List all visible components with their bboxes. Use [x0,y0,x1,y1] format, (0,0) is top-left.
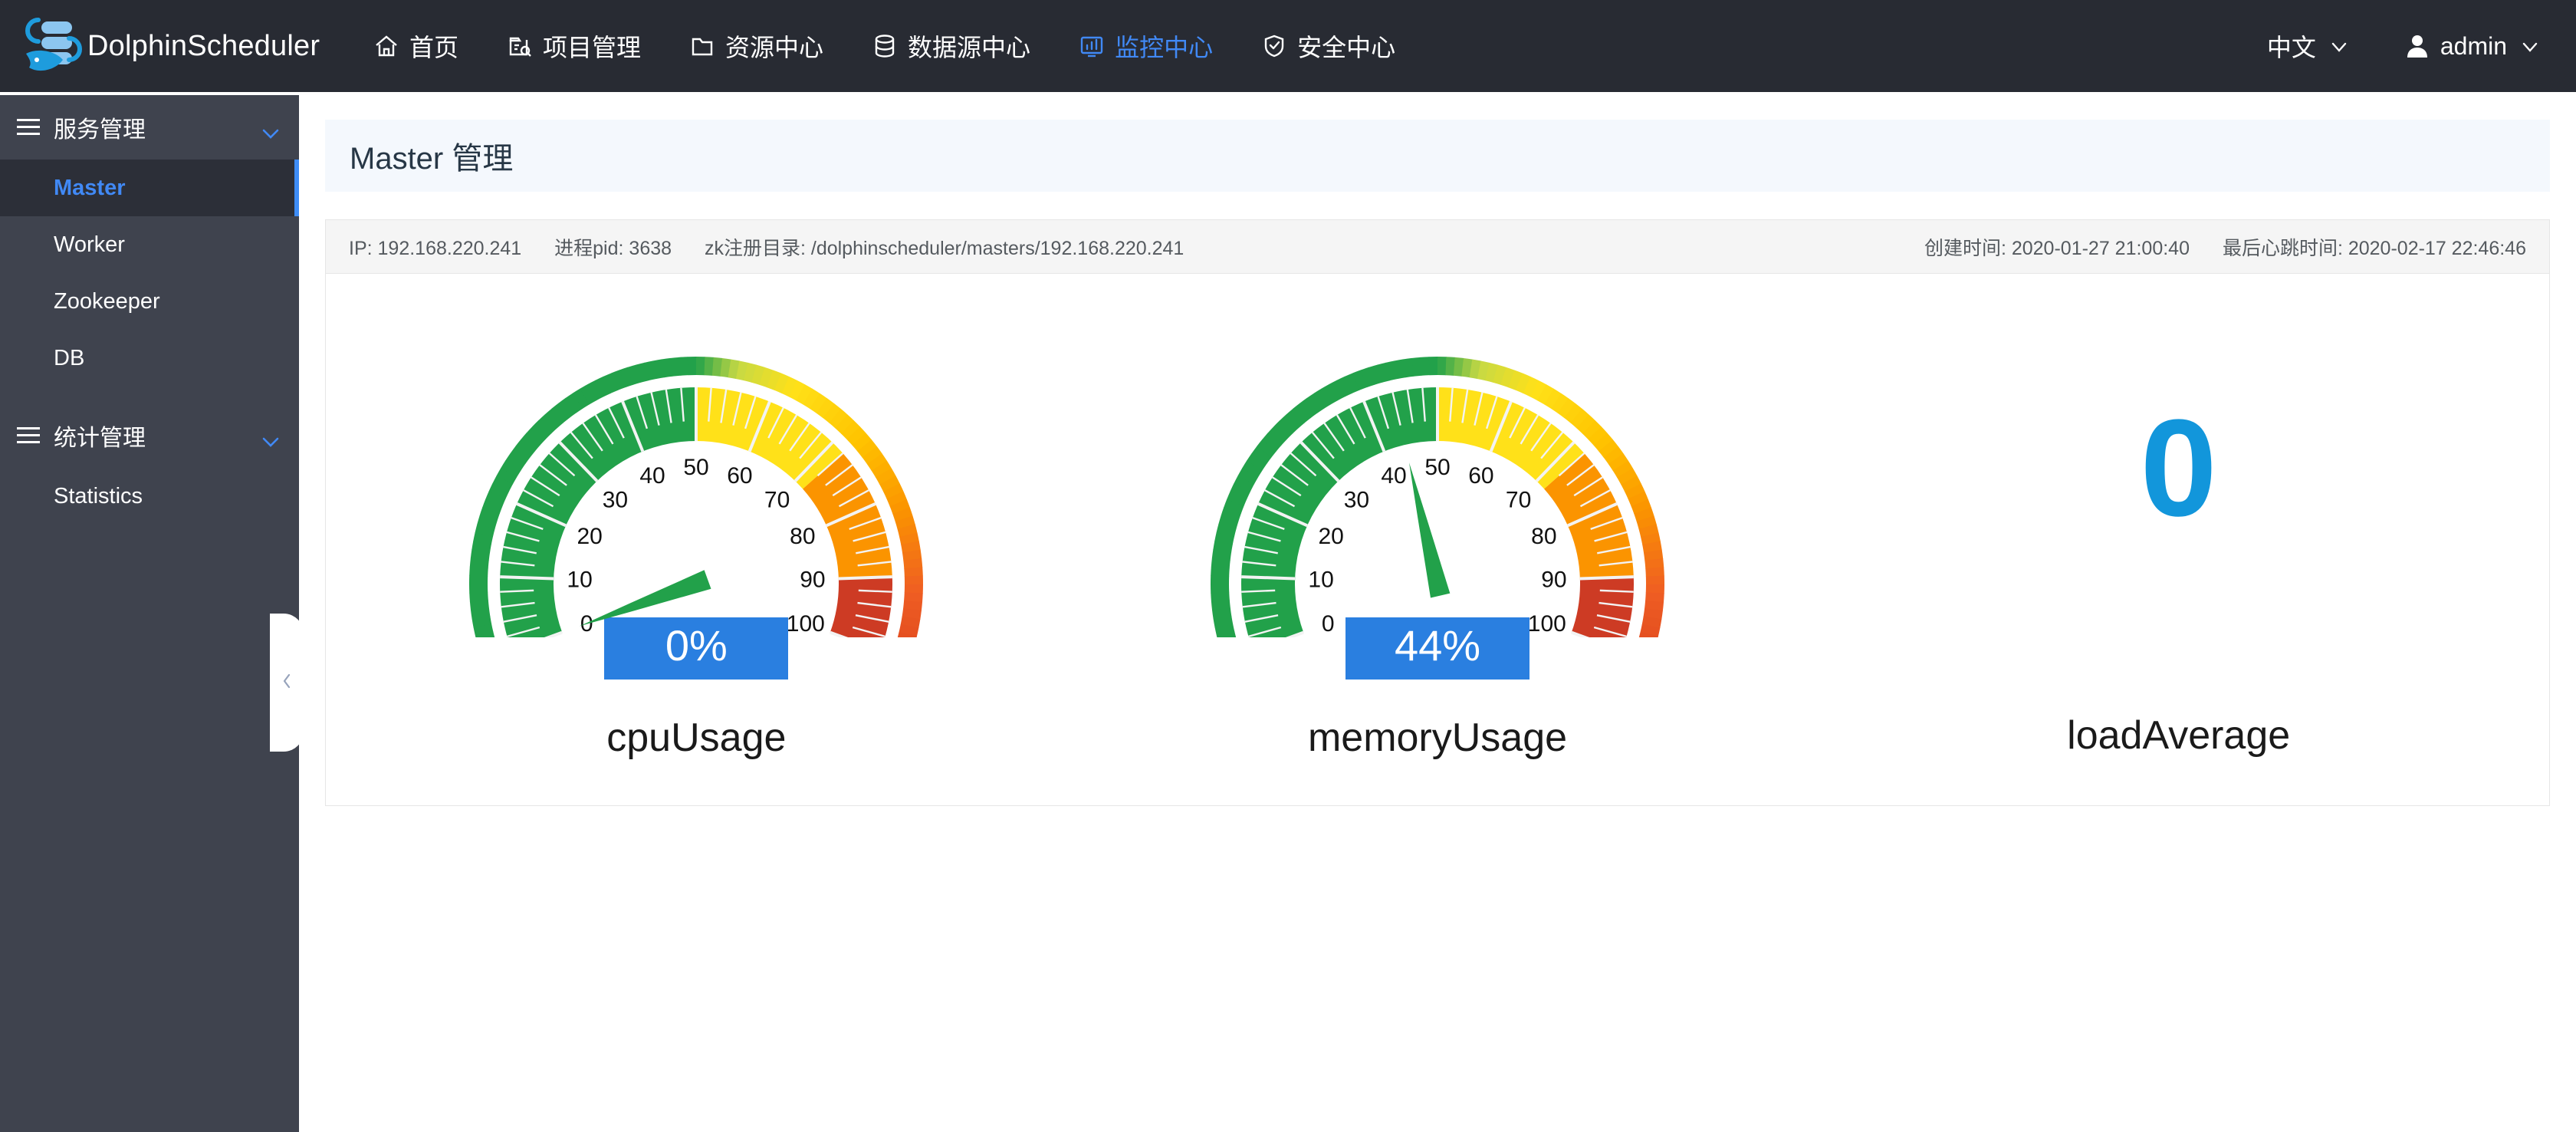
master-server-card: IP: 192.168.220.241 进程pid: 3638 zk注册目录: … [325,219,2550,806]
sidebar-item-statistics[interactable]: Statistics [0,468,299,525]
sidebar-item-master[interactable]: Master [0,160,299,216]
svg-text:30: 30 [603,488,628,513]
svg-text:20: 20 [577,524,603,549]
svg-text:80: 80 [790,524,815,549]
nav-item-label: 数据源中心 [908,34,1031,61]
nav-item-project[interactable]: 项目管理 [506,28,641,64]
nav-item-monitor[interactable]: 监控中心 [1078,28,1213,64]
nav-item-label: 项目管理 [543,34,642,61]
dolphin-logo-icon [18,15,83,77]
svg-text:100: 100 [1528,611,1566,637]
sidebar-item-worker[interactable]: Worker [0,216,299,273]
svg-text:70: 70 [1506,488,1531,513]
sidebar-collapse-toggle[interactable] [270,614,304,752]
hamburger-icon [17,119,40,136]
chevron-down-icon [259,120,282,139]
gauge-memory-usage: 0 10 20 30 40 50 60 70 80 90 100 [1200,300,1675,637]
load-average-value-wrap: 0 [1941,300,2417,637]
sidebar-item-zookeeper[interactable]: Zookeeper [0,273,299,330]
user-name: admin [2440,31,2507,60]
page-title: Master 管理 [350,142,514,176]
nav-item-security[interactable]: 安全中心 [1260,28,1395,64]
chevron-down-icon [259,429,282,447]
page-title-bar: Master 管理 [325,120,2550,192]
server-ip: IP: 192.168.220.241 [349,237,522,259]
brand-name: DolphinScheduler [87,29,320,62]
svg-text:60: 60 [1468,463,1493,489]
folder-icon [688,32,716,60]
svg-text:50: 50 [684,455,709,480]
nav-item-label: 监控中心 [1115,34,1214,61]
gauge-memory-usage-svg: 010203040 50 60708090100 [1211,357,1664,637]
svg-text:50: 50 [1424,455,1450,480]
chevron-left-icon [279,670,294,696]
user-menu[interactable]: admin [2405,32,2541,61]
nav-item-home[interactable]: 首页 [373,28,458,64]
svg-text:20: 20 [1318,524,1343,549]
sidebar-group-service[interactable]: 服务管理 [0,95,299,160]
sidebar-item-label: Worker [54,232,125,257]
sidebar-item-label: Zookeeper [54,288,160,314]
server-zk-path: zk注册目录: /dolphinscheduler/masters/192.16… [704,237,1184,259]
metric-memory-usage: 0 10 20 30 40 50 60 70 80 90 100 44% memoryUsage [1067,300,1809,761]
svg-text:80: 80 [1531,524,1556,549]
svg-text:0: 0 [1322,611,1335,637]
sidebar-item-label: Statistics [54,483,143,508]
sidebar-item-label: DB [54,345,85,370]
memory-usage-label: memoryUsage [1307,715,1568,760]
nav-item-label: 安全中心 [1297,34,1396,61]
sidebar-group-label: 统计管理 [54,426,146,451]
server-last-heartbeat: 最后心跳时间: 2020-02-17 22:46:46 [2222,237,2526,259]
svg-text:90: 90 [800,568,826,593]
server-info-bar: IP: 192.168.220.241 进程pid: 3638 zk注册目录: … [326,220,2549,274]
load-average-label: loadAverage [2067,713,2291,758]
svg-text:40: 40 [1381,463,1406,489]
hamburger-icon [17,427,40,444]
language-label: 中文 [2266,34,2316,61]
sidebar-item-db[interactable]: DB [0,330,299,387]
nav-items: 首页 项目管理 资源中心 数据源中心 监控中心 安全中心 [373,28,1443,64]
nav-item-resource[interactable]: 资源中心 [688,28,823,64]
svg-text:10: 10 [1308,568,1333,593]
metric-load-average: 0 loadAverage [1808,300,2549,759]
database-icon [871,32,899,60]
metrics-row: 0102030405060708090100 0% cpuUsage 01020… [326,274,2549,805]
load-average-value: 0 [2140,391,2217,545]
sidebar: 服务管理 Master Worker Zookeeper DB 统计管理 Sta… [0,95,299,1132]
metric-cpu-usage: 0102030405060708090100 0% cpuUsage [326,300,1067,761]
svg-text:90: 90 [1541,568,1566,593]
gauge-cpu-usage: 0102030405060708090100 [458,300,934,637]
server-info-left: IP: 192.168.220.241 进程pid: 3638 zk注册目录: … [349,233,1211,261]
language-selector[interactable]: 中文 [2267,28,2350,64]
sidebar-group-statistics[interactable]: 统计管理 [0,403,299,468]
svg-text:10: 10 [567,568,593,593]
main-content: Master 管理 IP: 192.168.220.241 进程pid: 363… [299,95,2576,1132]
nav-item-label: 资源中心 [725,34,824,61]
svg-text:30: 30 [1344,488,1369,513]
brand[interactable]: DolphinScheduler [18,15,348,77]
user-icon [2405,33,2430,59]
shield-icon [1260,32,1288,60]
chevron-down-icon [2328,35,2350,57]
svg-text:100: 100 [787,611,825,637]
nav-right: 中文 admin [2267,0,2541,92]
sidebar-item-label: Master [54,175,126,200]
sidebar-group-label: 服务管理 [54,117,146,143]
chevron-down-icon [2519,35,2541,57]
nav-item-datasource[interactable]: 数据源中心 [871,28,1030,64]
svg-text:70: 70 [764,488,790,513]
server-info-right: 创建时间: 2020-01-27 21:00:40 最后心跳时间: 2020-0… [1924,233,2526,261]
top-navbar: DolphinScheduler 首页 项目管理 资源中心 数据源中心 监控中心… [0,0,2576,92]
server-pid: 进程pid: 3638 [554,237,672,259]
home-icon [373,32,400,60]
svg-text:60: 60 [728,463,753,489]
svg-text:40: 40 [640,463,665,489]
cpu-usage-label: cpuUsage [606,715,787,760]
server-create-time: 创建时间: 2020-01-27 21:00:40 [1924,237,2190,259]
gauge-cpu-usage-svg: 0102030405060708090100 [469,357,924,637]
monitor-icon [1078,32,1106,60]
project-icon [506,32,534,60]
nav-item-label: 首页 [409,34,459,61]
